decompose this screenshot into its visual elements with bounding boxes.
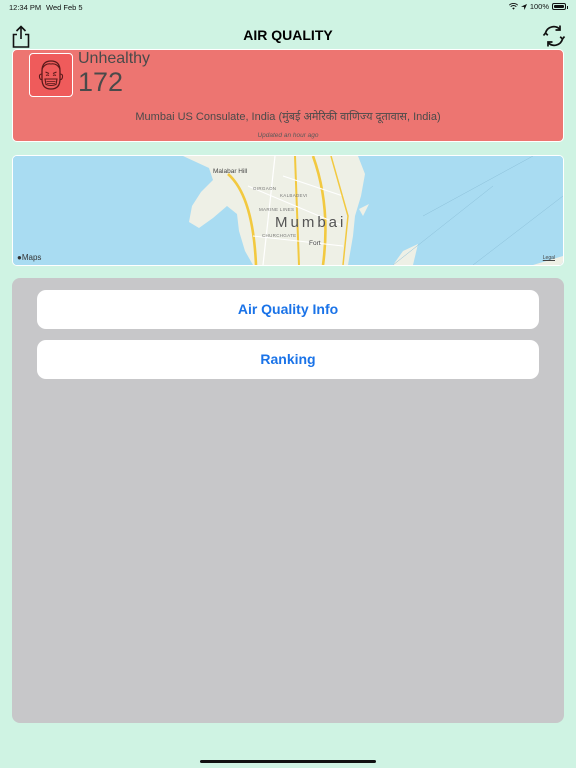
map-view[interactable]: Malabar Hill GIRGAON KALBADEVI MARINE LI… bbox=[12, 155, 564, 266]
nav-bar: AIR QUALITY bbox=[0, 14, 576, 52]
maps-brand: ●Maps bbox=[17, 253, 41, 262]
home-indicator[interactable] bbox=[200, 760, 376, 763]
face-mask-icon bbox=[38, 60, 64, 90]
aqi-face-badge bbox=[29, 53, 73, 97]
ranking-button[interactable]: Ranking bbox=[37, 340, 539, 379]
map-legal-link[interactable]: Legal bbox=[543, 255, 555, 261]
status-time: 12:34 PM bbox=[9, 3, 42, 12]
status-right: 100% bbox=[508, 2, 568, 11]
maps-brand-label: Maps bbox=[21, 253, 42, 262]
menu-panel: Air Quality Info Ranking bbox=[12, 278, 564, 723]
map-label-churchgate: CHURCHGATE bbox=[262, 233, 297, 238]
page-title: AIR QUALITY bbox=[243, 27, 333, 43]
station-name: Mumbai US Consulate, India (मुंबई अमेरिक… bbox=[135, 111, 441, 123]
map-city-label: Mumbai bbox=[275, 214, 347, 231]
aqi-card: Unhealthy 172 Mumbai US Consulate, India… bbox=[12, 49, 564, 142]
map-label-malabar: Malabar Hill bbox=[213, 168, 248, 175]
battery-fill bbox=[554, 5, 564, 8]
updated-time: Updated an hour ago bbox=[257, 132, 319, 139]
status-bar: 12:34 PM Wed Feb 5 100% bbox=[0, 0, 576, 14]
map-label-marine-lines: MARINE LINES bbox=[259, 207, 295, 212]
battery-percent: 100% bbox=[529, 2, 549, 11]
map-label-girgaon: GIRGAON bbox=[253, 186, 277, 191]
battery-icon bbox=[552, 3, 568, 10]
map-label-fort: Fort bbox=[309, 240, 321, 247]
refresh-icon[interactable] bbox=[542, 24, 566, 48]
aqi-value: 172 bbox=[78, 67, 124, 97]
wifi-icon bbox=[508, 3, 518, 10]
air-quality-info-button[interactable]: Air Quality Info bbox=[37, 290, 539, 329]
status-date: Wed Feb 5 bbox=[46, 3, 83, 12]
aqi-category: Unhealthy bbox=[78, 50, 151, 67]
map-label-kalbadevi: KALBADEVI bbox=[280, 193, 308, 198]
location-arrow-icon bbox=[520, 3, 527, 10]
